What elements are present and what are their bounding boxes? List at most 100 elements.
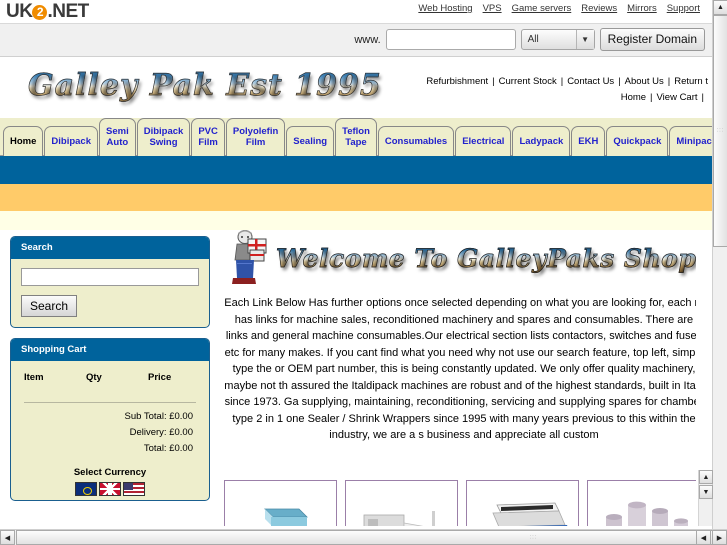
uk-flag-icon[interactable] — [99, 482, 121, 496]
tab-ekh[interactable]: EKH — [571, 126, 606, 156]
cart-total-value: £0.00 — [169, 443, 193, 454]
welcome-row: Welcome To GalleyPaks Shop — [216, 230, 696, 285]
cart-subtotal-value: £0.00 — [169, 411, 193, 422]
search-button[interactable]: Search — [21, 295, 78, 317]
link-return[interactable]: Return t — [674, 76, 708, 87]
divider: | — [618, 76, 621, 87]
intro-paragraph: Each Link Below Has further options once… — [224, 297, 696, 441]
search-panel: Search Search — [10, 236, 210, 328]
link-about-us[interactable]: About Us — [625, 76, 664, 87]
divider: | — [667, 76, 671, 87]
product-thumb-film-rolls[interactable] — [587, 480, 696, 526]
category-tab-nav: Home Dibipack Semi Auto Dibipack Swing PVC Film… — [0, 118, 712, 156]
link-contact-us[interactable]: Contact Us — [567, 76, 614, 87]
divider: | — [492, 76, 495, 87]
tab-home[interactable]: Home — [3, 126, 44, 156]
sidebar: Search Search Shopping Cart Item Qty Pri… — [10, 236, 210, 511]
cart-delivery-label: Delivery: — [129, 427, 167, 438]
search-input[interactable] — [21, 268, 199, 286]
cream-band — [0, 211, 712, 230]
tab-label: Minipack — [676, 136, 712, 147]
blue-band — [0, 156, 712, 184]
nav-link-support[interactable]: Support — [667, 3, 700, 14]
tab-dibipack-swing[interactable]: Dibipack Swing — [136, 118, 191, 156]
currency-label: Select Currency — [73, 467, 147, 478]
tab-teflon-tape[interactable]: Teflon Tape — [335, 118, 377, 156]
currency-flag-list — [21, 482, 199, 496]
scroll-grip-icon: ::: — [529, 534, 538, 540]
domain-search-bar: www. All ▼ Register Domain — [0, 23, 712, 57]
tab-label: Dibipack — [51, 136, 92, 147]
tab-polyolefin-film[interactable]: Polyolefin Film — [225, 118, 286, 156]
nav-link-game-servers[interactable]: Game servers — [512, 3, 572, 14]
product-thumb-chamber-machine[interactable] — [466, 480, 579, 526]
tab-label-line2: Auto — [106, 137, 129, 148]
tab-consumables[interactable]: Consumables — [377, 126, 455, 156]
us-flag-icon[interactable] — [123, 482, 145, 496]
tld-select-value: All — [527, 34, 539, 45]
cart-total-row: Total: £0.00 — [21, 441, 199, 457]
tab-sealing[interactable]: Sealing — [286, 126, 335, 156]
triangle-left-icon[interactable]: ◀ — [0, 530, 15, 545]
register-domain-button[interactable]: Register Domain — [599, 28, 705, 51]
outer-vertical-scroll-thumb[interactable]: ::: — [713, 15, 727, 247]
tab-dibipack[interactable]: Dibipack — [44, 126, 99, 156]
tab-electrical[interactable]: Electrical — [455, 126, 512, 156]
tab-ladypack[interactable]: Ladypack — [512, 126, 571, 156]
tab-label: PVC — [198, 126, 218, 137]
cart-subtotal-row: Sub Total: £0.00 — [21, 409, 199, 425]
chevron-down-icon[interactable]: ▼ — [575, 30, 594, 49]
eu-flag-icon[interactable] — [75, 482, 97, 496]
triangle-left-icon[interactable]: ◀ — [696, 530, 711, 545]
triangle-up-icon[interactable]: ▲ — [699, 470, 713, 484]
tab-label-line2: Film — [245, 137, 266, 148]
nav-link-vps[interactable]: VPS — [483, 3, 502, 14]
delivery-man-icon — [232, 230, 267, 284]
cart-col-qty: Qty — [86, 372, 102, 383]
link-refurbishment[interactable]: Refurbishment — [426, 76, 488, 87]
outer-horizontal-scroll-thumb[interactable]: ::: — [16, 530, 727, 545]
tab-label: EKH — [578, 136, 599, 147]
uk2-logo[interactable]: UK 2 .NET — [6, 1, 89, 23]
nav-link-web-hosting[interactable]: Web Hosting — [418, 3, 472, 14]
orange-band — [0, 184, 712, 211]
site-logo-title: Galley Pak Est 1995 — [28, 68, 382, 104]
tab-pvc-film[interactable]: PVC Film — [191, 118, 225, 156]
site-content: Search Search Shopping Cart Item Qty Pri… — [0, 230, 712, 526]
www-prefix-label: www. — [354, 33, 381, 46]
uk2-logo-text-left: UK — [6, 1, 33, 22]
nav-link-mirrors[interactable]: Mirrors — [627, 3, 657, 14]
site-banner-links: Refurbishment | Current Stock | Contact Us | A… — [368, 74, 708, 106]
divider: | — [560, 76, 564, 87]
inner-vertical-scrollbar[interactable]: ▲ ▼ — [698, 470, 713, 526]
tld-select[interactable]: All ▼ — [520, 29, 595, 50]
welcome-title: Welcome To GalleyPaks Shop — [276, 244, 696, 274]
outer-horizontal-scrollbar[interactable]: ◀ ::: ◀ ▶ — [0, 529, 727, 545]
tab-quickpack[interactable]: Quickpack — [606, 126, 669, 156]
site-banner: Galley Pak Est 1995 Refurbishment | Curren… — [0, 58, 712, 118]
search-panel-title: Search — [11, 237, 209, 259]
cart-panel-title: Shopping Cart — [11, 339, 209, 361]
tab-label-line2: Film — [198, 137, 218, 148]
cart-delivery-row: Delivery: £0.00 — [21, 425, 199, 441]
banner-links-row-2: Home | View Cart | — [368, 90, 708, 106]
uk2-top-nav: Web Hosting VPS Game servers Reviews Mirrors… — [408, 3, 700, 14]
link-view-cart[interactable]: View Cart — [657, 92, 698, 103]
link-home[interactable]: Home — [621, 92, 646, 103]
nav-link-reviews[interactable]: Reviews — [581, 3, 617, 14]
triangle-right-icon[interactable]: ▶ — [712, 530, 727, 545]
product-thumb-sealing-machine-grey[interactable] — [345, 480, 458, 526]
outer-vertical-scrollbar[interactable]: ▲ ::: — [712, 0, 727, 530]
product-thumb-shrink-wrapper-blue[interactable] — [224, 480, 337, 526]
link-current-stock[interactable]: Current Stock — [499, 76, 557, 87]
cart-column-headers: Item Qty Price — [21, 369, 199, 383]
divider: | — [650, 92, 653, 103]
triangle-down-icon[interactable]: ▼ — [699, 485, 713, 499]
banner-links-row-1: Refurbishment | Current Stock | Contact Us | A… — [368, 74, 708, 90]
domain-name-input[interactable] — [385, 29, 516, 50]
tab-semi-auto[interactable]: Semi Auto — [99, 118, 136, 156]
tab-label-line2: Swing — [149, 137, 178, 148]
cart-panel-body: Item Qty Price Sub Total: £0.00 Delivery… — [11, 361, 209, 500]
triangle-up-icon[interactable]: ▲ — [713, 0, 727, 15]
tab-minipack[interactable]: Minipack — [669, 126, 712, 156]
